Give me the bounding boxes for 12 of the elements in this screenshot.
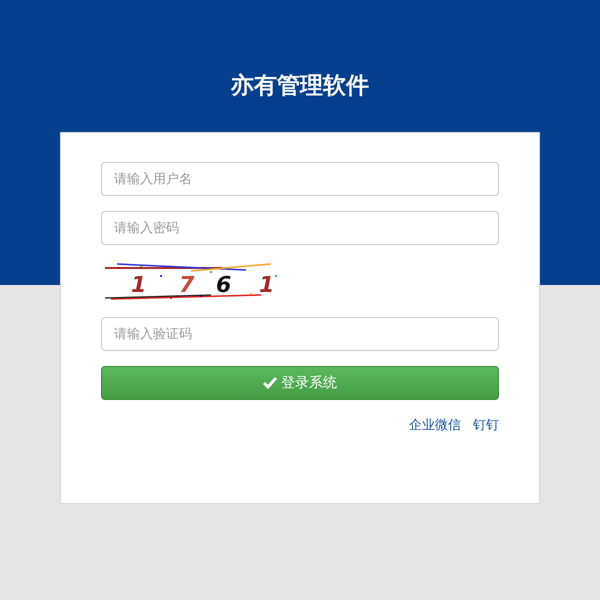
dingtalk-link[interactable]: 钉钉 — [473, 416, 499, 434]
username-field[interactable]: 请输入用户名 — [101, 162, 499, 196]
checkmark-icon — [263, 377, 277, 389]
captcha-character: 1 — [259, 273, 274, 298]
captcha-character: 7 — [179, 273, 194, 298]
app-title: 亦有管理软件 — [231, 72, 369, 101]
captcha-image[interactable]: 1 7 6 1 — [101, 262, 281, 300]
password-field[interactable]: 请输入密码 — [101, 211, 499, 245]
captcha-field[interactable]: 请输入验证码 — [101, 317, 499, 351]
captcha-character: 6 — [216, 273, 232, 298]
captcha-character: 1 — [131, 273, 146, 298]
wecom-link[interactable]: 企业微信 — [409, 416, 461, 434]
